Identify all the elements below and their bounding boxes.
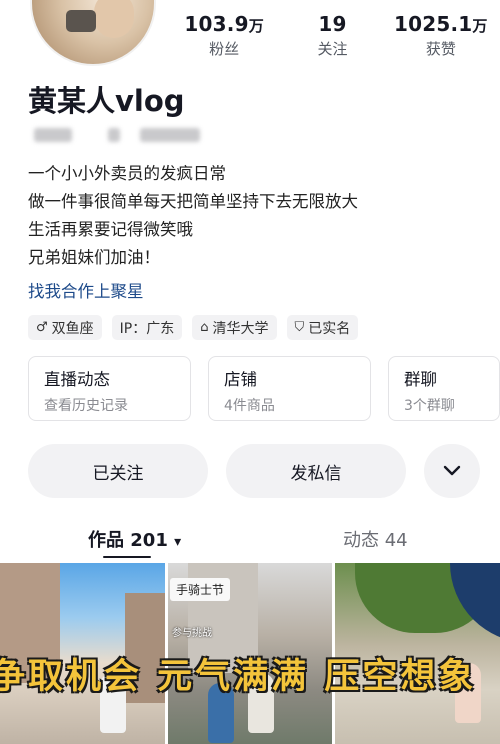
stat-followers-label: 粉丝	[209, 40, 240, 58]
stat-followers[interactable]: 103.9万 粉丝	[170, 12, 278, 59]
verified-shield-icon: ⛉	[294, 320, 305, 335]
dropdown-arrow-icon: ▾	[174, 534, 182, 550]
video-overlay-text: 争取机会 元气满满 压空想象	[0, 656, 477, 697]
male-icon: ♂	[36, 320, 48, 335]
profile-bio: 一个小小外卖员的发疯日常 做一件事很简单每天把简单坚持下去无限放大 生活再累要记…	[28, 160, 358, 272]
bio-line: 一个小小外卖员的发疯日常	[28, 164, 226, 183]
video-challenge-label: 参与挑战	[172, 628, 212, 639]
redacted-id	[108, 128, 120, 142]
chevron-down-icon	[443, 465, 461, 476]
feature-cards: 直播动态 查看历史记录 店铺 4件商品 群聊 3个群聊	[28, 356, 500, 421]
action-buttons: 已关注 发私信	[28, 444, 480, 498]
video-caption-label: 手骑士节	[170, 578, 231, 601]
bio-line: 生活再累要记得微笑哦	[28, 220, 193, 239]
tag-school[interactable]: ⌂ 清华大学	[192, 315, 277, 340]
bio-line: 做一件事很简单每天把简单坚持下去无限放大	[28, 192, 358, 211]
profile-tags: ♂ 双鱼座 IP：广东 ⌂ 清华大学 ⛉ 已实名	[28, 315, 359, 340]
followed-button[interactable]: 已关注	[28, 444, 208, 498]
stat-following[interactable]: 19 关注	[278, 12, 386, 59]
more-button[interactable]	[424, 444, 480, 498]
stat-likes[interactable]: 1025.1万 获赞	[387, 12, 495, 59]
school-icon: ⌂	[200, 320, 209, 335]
avatar[interactable]	[30, 0, 156, 66]
stat-likes-label: 获赞	[425, 40, 456, 58]
stats-row: 103.9万 粉丝 19 关注 1025.1万 获赞	[170, 12, 495, 59]
tag-ip: IP：广东	[111, 315, 183, 340]
collab-link[interactable]: 找我合作上聚星	[28, 278, 144, 302]
card-groups[interactable]: 群聊 3个群聊	[388, 356, 500, 421]
profile-name: 黄某人vlog	[28, 84, 185, 118]
redacted-id	[140, 128, 200, 142]
card-shop[interactable]: 店铺 4件商品	[208, 356, 371, 421]
avatar-hand	[94, 0, 134, 38]
bio-line: 兄弟姐妹们加油！	[28, 248, 160, 267]
avatar-phone	[66, 10, 96, 32]
stat-following-label: 关注	[317, 40, 348, 58]
active-tab-indicator	[103, 556, 151, 558]
content-tabs: 作品 201 ▾ 动态 44	[0, 518, 500, 562]
tab-works[interactable]: 作品 201 ▾	[88, 526, 181, 552]
tab-dynamics[interactable]: 动态 44	[343, 526, 408, 552]
tag-zodiac: ♂ 双鱼座	[28, 315, 102, 340]
tag-verified: ⛉ 已实名	[286, 315, 359, 340]
message-button[interactable]: 发私信	[226, 444, 406, 498]
redacted-id	[34, 128, 72, 142]
card-live[interactable]: 直播动态 查看历史记录	[28, 356, 191, 421]
